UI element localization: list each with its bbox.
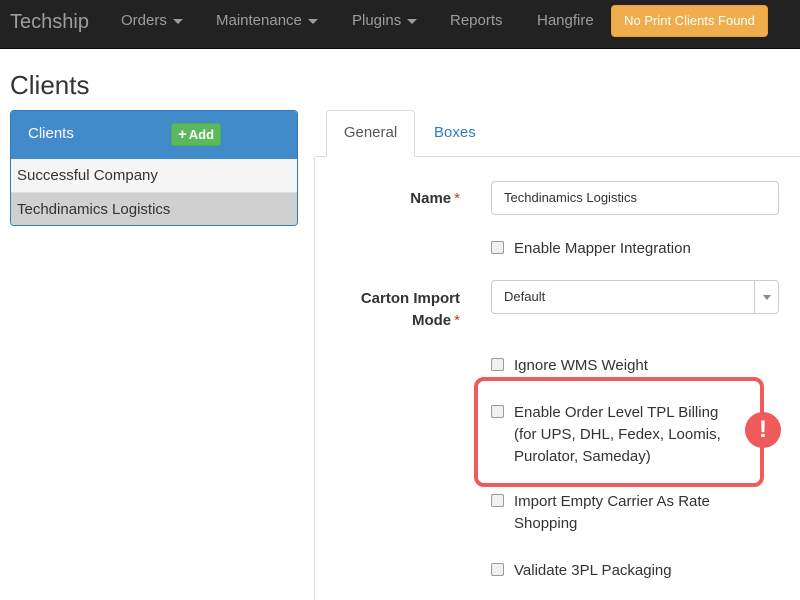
caret-down-icon (172, 18, 183, 24)
page-title: Clients (10, 70, 90, 100)
caret-down-icon (407, 18, 418, 24)
validate-3pl-checkbox[interactable] (491, 563, 504, 576)
required-asterisk: * (454, 190, 460, 207)
clients-panel-heading: Clients + Add (11, 111, 297, 159)
name-label: Name * (360, 188, 460, 210)
nav-hangfire[interactable]: Hangfire (537, 12, 594, 30)
nav-reports[interactable]: Reports (450, 12, 503, 30)
carton-import-mode-select[interactable]: Default (491, 280, 779, 314)
nav-orders-label: Orders (121, 12, 167, 29)
client-list-item[interactable]: Successful Company (11, 159, 297, 193)
carton-import-label-line2: Mode (411, 312, 452, 329)
highlight-box (474, 377, 764, 487)
validate-3pl-label: Validate 3PL Packaging (514, 562, 672, 579)
tab-boxes[interactable]: Boxes (434, 123, 476, 143)
nav-plugins-label: Plugins (352, 12, 402, 29)
carton-import-mode-label: Carton Import Mode * (340, 288, 460, 332)
plus-icon: + (177, 126, 187, 143)
name-label-text: Name (410, 190, 452, 207)
nav-hangfire-label: Hangfire (537, 12, 594, 29)
mapper-integration-label: Enable Mapper Integration (514, 240, 691, 257)
nav-maintenance-label: Maintenance (216, 12, 302, 29)
name-input[interactable]: Techdinamics Logistics (491, 181, 779, 215)
import-empty-carrier-label: Import Empty Carrier As Rate Shopping (514, 491, 710, 535)
carton-import-label-line1: Carton Import (360, 290, 460, 307)
clients-panel: Clients + Add Successful Company Techdina… (10, 110, 298, 226)
brand-logo-text[interactable]: Techship (10, 10, 89, 34)
exclamation-icon: ! (745, 412, 781, 448)
nav-reports-label: Reports (450, 12, 503, 29)
ignore-wms-weight-label: Ignore WMS Weight (514, 357, 648, 374)
nav-plugins[interactable]: Plugins (352, 12, 418, 30)
add-client-button[interactable]: + Add (171, 123, 221, 146)
import-empty-carrier-checkbox[interactable] (491, 494, 504, 507)
chevron-down-icon (763, 295, 771, 300)
caret-down-icon (307, 18, 318, 24)
nav-maintenance[interactable]: Maintenance (216, 12, 318, 30)
client-list-item-selected[interactable]: Techdinamics Logistics (11, 193, 297, 225)
no-print-clients-button[interactable]: No Print Clients Found (611, 5, 768, 37)
ignore-wms-weight-checkbox[interactable] (491, 358, 504, 371)
tab-general[interactable]: General (326, 110, 415, 157)
carton-import-mode-value: Default (504, 289, 546, 304)
add-client-label: Add (188, 127, 215, 142)
required-asterisk: * (454, 312, 460, 329)
import-empty-carrier-line1: Import Empty Carrier As Rate (514, 493, 710, 510)
import-empty-carrier-line2: Shopping (514, 515, 578, 532)
top-navbar: Techship Orders Maintenance Plugins Repo… (0, 0, 800, 49)
nav-orders[interactable]: Orders (121, 12, 183, 30)
clients-panel-title: Clients (28, 125, 74, 142)
tab-content-border (314, 157, 315, 600)
select-arrow[interactable] (754, 281, 778, 313)
mapper-integration-checkbox[interactable] (491, 241, 504, 254)
